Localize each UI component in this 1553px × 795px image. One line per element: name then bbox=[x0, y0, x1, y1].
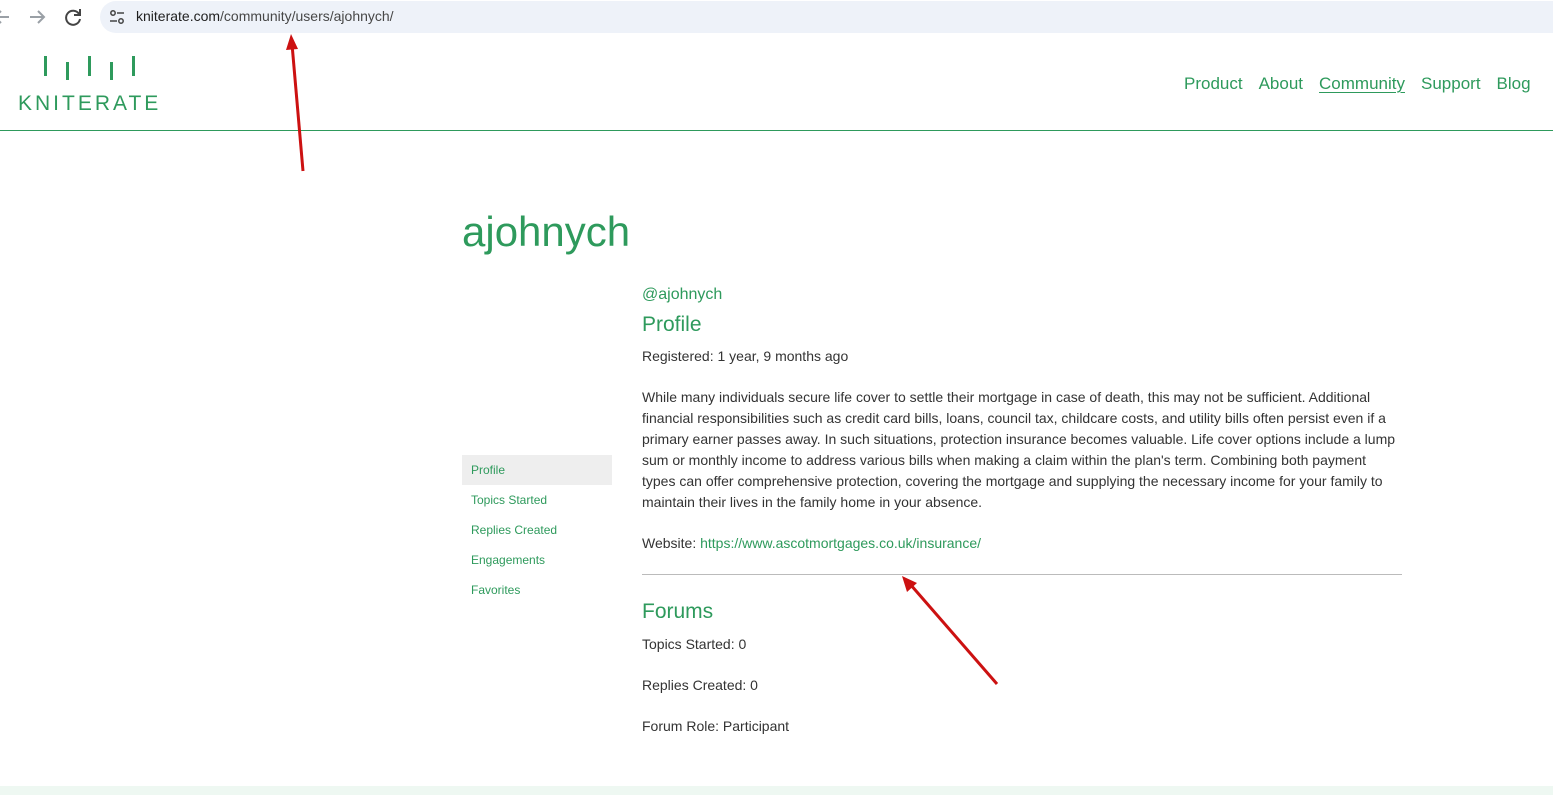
address-bar[interactable]: kniterate.com/community/users/ajohnych/ bbox=[100, 1, 1553, 33]
side-menu-favorites[interactable]: Favorites bbox=[462, 575, 612, 605]
forums-heading: Forums bbox=[642, 600, 714, 623]
side-menu-replies-created[interactable]: Replies Created bbox=[462, 515, 612, 545]
replies-created-stat: Replies Created: 0 bbox=[642, 677, 758, 693]
browser-toolbar: kniterate.com/community/users/ajohnych/ bbox=[0, 0, 1553, 41]
forward-button[interactable] bbox=[25, 5, 49, 29]
logo-wordmark: KNITERATE bbox=[18, 92, 162, 115]
side-menu-profile[interactable]: Profile bbox=[462, 455, 612, 485]
profile-side-menu: Profile Topics Started Replies Created E… bbox=[462, 455, 612, 605]
main-nav: Product About Community Support Blog bbox=[1184, 74, 1547, 94]
reload-button[interactable] bbox=[61, 5, 85, 29]
url-path: /community/users/ajohnych/ bbox=[220, 8, 394, 24]
website-label: Website: bbox=[642, 535, 701, 551]
website-link[interactable]: https://www.ascotmortgages.co.uk/insuran… bbox=[700, 535, 981, 551]
page-title: ajohnych bbox=[462, 208, 631, 255]
logo-mark-icon bbox=[44, 56, 144, 80]
profile-content: @ajohnych Profile Registered: 1 year, 9 … bbox=[642, 284, 1402, 737]
profile-heading: Profile bbox=[642, 313, 702, 336]
arrow-right-icon bbox=[30, 10, 46, 24]
nav-blog[interactable]: Blog bbox=[1497, 74, 1531, 94]
arrow-left-icon bbox=[0, 10, 9, 24]
topics-started-stat: Topics Started: 0 bbox=[642, 636, 747, 652]
registered-text: Registered: 1 year, 9 months ago bbox=[642, 348, 849, 364]
nav-support[interactable]: Support bbox=[1421, 74, 1481, 94]
side-menu-topics-started[interactable]: Topics Started bbox=[462, 485, 612, 515]
url-domain: kniterate.com bbox=[136, 8, 221, 24]
url-text[interactable]: kniterate.com/community/users/ajohnych/ bbox=[136, 8, 394, 24]
section-divider bbox=[642, 574, 1402, 575]
kniterate-logo[interactable]: KNITERATE bbox=[18, 56, 168, 116]
side-menu-engagements[interactable]: Engagements bbox=[462, 545, 612, 575]
nav-about[interactable]: About bbox=[1259, 74, 1303, 94]
nav-product[interactable]: Product bbox=[1184, 74, 1243, 94]
back-button[interactable] bbox=[0, 5, 14, 29]
site-header: KNITERATE Product About Community Support Bl… bbox=[0, 40, 1553, 131]
website-row: Website: https://www.ascotmortgages.co.u… bbox=[642, 533, 1402, 554]
forum-role-stat: Forum Role: Participant bbox=[642, 718, 790, 734]
footer-strip bbox=[0, 786, 1553, 795]
user-bio: While many individuals secure life cover… bbox=[642, 389, 1396, 510]
user-handle: @ajohnych bbox=[642, 286, 723, 303]
nav-community[interactable]: Community bbox=[1319, 74, 1405, 94]
site-settings-icon[interactable] bbox=[109, 9, 125, 25]
reload-icon bbox=[65, 9, 81, 26]
